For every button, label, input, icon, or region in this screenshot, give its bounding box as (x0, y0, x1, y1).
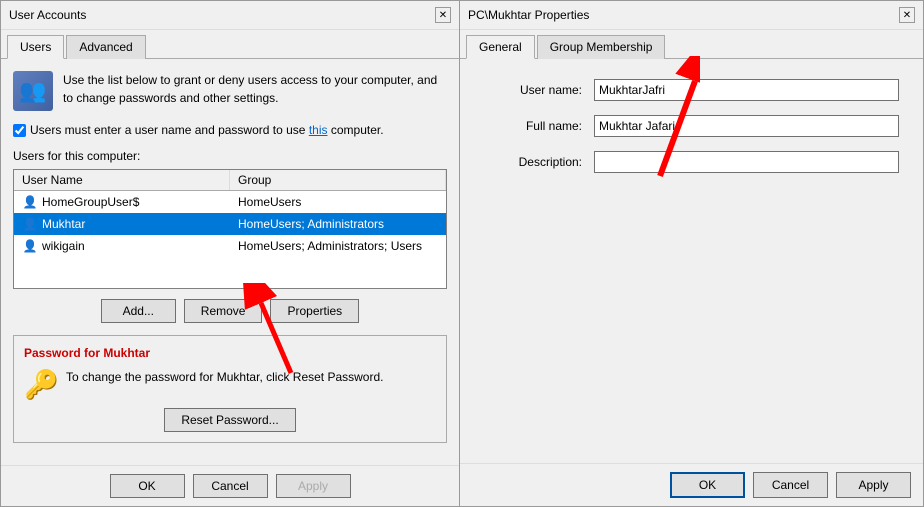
section-label: Users for this computer: (13, 149, 447, 163)
description-row: Description: (484, 151, 899, 173)
description-label: Description: (484, 155, 594, 169)
user-accounts-window: User Accounts ✕ Users Advanced Use the l… (0, 0, 460, 507)
left-window-title: User Accounts (9, 8, 86, 22)
user-action-buttons: Add... Remove Properties (13, 299, 447, 323)
table-row[interactable]: 👤 wikigain HomeUsers; Administrators; Us… (14, 235, 446, 257)
left-bottom-buttons: OK Cancel Apply (1, 465, 459, 506)
table-cell-group: HomeUsers (230, 191, 446, 213)
fullname-label: Full name: (484, 119, 594, 133)
user-row-icon: 👤 (22, 216, 38, 232)
checkbox-row: Users must enter a user name and passwor… (13, 123, 447, 137)
left-cancel-button[interactable]: Cancel (193, 474, 268, 498)
right-ok-button[interactable]: OK (670, 472, 745, 498)
right-bottom-buttons: OK Cancel Apply (460, 463, 923, 506)
users-table: User Name Group 👤 HomeGroupUser$ HomeUse… (13, 169, 447, 289)
table-cell-group: HomeUsers; Administrators (230, 213, 446, 235)
header-group: Group (230, 170, 446, 190)
remove-button[interactable]: Remove (184, 299, 263, 323)
tab-users[interactable]: Users (7, 35, 64, 59)
must-login-checkbox[interactable] (13, 124, 26, 137)
password-text: To change the password for Mukhtar, clic… (66, 368, 436, 386)
add-button[interactable]: Add... (101, 299, 176, 323)
table-header: User Name Group (14, 170, 446, 191)
checkbox-label: Users must enter a user name and passwor… (30, 123, 384, 137)
left-titlebar: User Accounts ✕ (1, 1, 459, 30)
username-input[interactable] (594, 79, 899, 101)
username-label: User name: (484, 83, 594, 97)
right-close-button[interactable]: ✕ (899, 7, 915, 23)
table-cell-name: 👤 HomeGroupUser$ (14, 191, 230, 213)
header-username: User Name (14, 170, 230, 190)
reset-password-button[interactable]: Reset Password... (164, 408, 295, 432)
left-panel-content: Use the list below to grant or deny user… (1, 59, 459, 465)
close-icon: ✕ (903, 10, 911, 21)
left-apply-button[interactable]: Apply (276, 474, 351, 498)
left-tab-bar: Users Advanced (1, 30, 459, 59)
right-window-title: PC\Mukhtar Properties (468, 8, 589, 22)
password-icon: 🔑 (24, 368, 56, 400)
password-row: 🔑 To change the password for Mukhtar, cl… (24, 368, 436, 400)
user-row-icon: 👤 (22, 194, 38, 210)
password-section: Password for Mukhtar 🔑 To change the pas… (13, 335, 447, 443)
user-row-icon: 👤 (22, 238, 38, 254)
table-row[interactable]: 👤 HomeGroupUser$ HomeUsers (14, 191, 446, 213)
properties-window: PC\Mukhtar Properties ✕ General Group Me… (460, 0, 924, 507)
username-row: User name: (484, 79, 899, 101)
table-cell-group: HomeUsers; Administrators; Users (230, 235, 446, 257)
right-tab-bar: General Group Membership (460, 30, 923, 59)
reset-btn-row: Reset Password... (24, 408, 436, 432)
right-apply-button[interactable]: Apply (836, 472, 911, 498)
description-input[interactable] (594, 151, 899, 173)
right-cancel-button[interactable]: Cancel (753, 472, 828, 498)
fullname-input[interactable] (594, 115, 899, 137)
tab-general[interactable]: General (466, 35, 535, 59)
user-icon (13, 71, 53, 111)
close-icon: ✕ (439, 10, 447, 21)
user-icon-graphic (13, 71, 53, 111)
this-link[interactable]: this (309, 123, 328, 137)
left-close-button[interactable]: ✕ (435, 7, 451, 23)
user-info-row: Use the list below to grant or deny user… (13, 71, 447, 111)
left-ok-button[interactable]: OK (110, 474, 185, 498)
user-description-text: Use the list below to grant or deny user… (63, 71, 447, 107)
tab-group-membership[interactable]: Group Membership (537, 35, 666, 59)
right-titlebar: PC\Mukhtar Properties ✕ (460, 1, 923, 30)
properties-button[interactable]: Properties (270, 299, 359, 323)
tab-advanced[interactable]: Advanced (66, 35, 145, 59)
properties-form: User name: Full name: Description: (460, 59, 923, 463)
table-row[interactable]: 👤 Mukhtar HomeUsers; Administrators (14, 213, 446, 235)
fullname-row: Full name: (484, 115, 899, 137)
table-cell-name: 👤 wikigain (14, 235, 230, 257)
password-section-title: Password for Mukhtar (24, 346, 436, 360)
table-cell-name: 👤 Mukhtar (14, 213, 230, 235)
